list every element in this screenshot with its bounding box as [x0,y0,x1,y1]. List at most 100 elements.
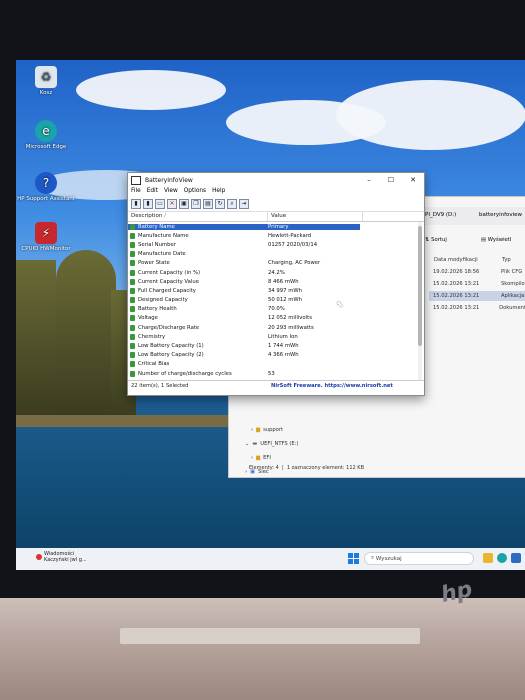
file-row[interactable]: 15.02.2026 13:21 Skompilo [429,279,525,289]
property-row[interactable]: Battery Temperature [128,378,424,380]
desktop-icon-hp-support[interactable]: ? HP Support Assistant [16,172,76,202]
property-row[interactable]: Low Battery Capacity (1) 1 744 mWh [128,341,424,350]
file-type: Dokument [499,305,525,311]
battery-property-icon [130,343,135,350]
refresh-icon[interactable]: ↻ [215,199,225,209]
property-row[interactable]: Current Capacity (in %) 24.2% [128,268,424,277]
property-name: Low Battery Capacity (1) [138,343,204,350]
view-button[interactable]: ▤ Wyświetl [481,237,511,243]
file-explorer-taskbar-icon[interactable] [483,553,493,563]
vertical-scrollbar[interactable] [418,222,422,380]
tree-item-uefi-drive[interactable]: ⌄ ▬ UEFI_NTFS (E:) [245,439,298,449]
file-row[interactable]: 19.02.2026 18:56 Plik CFG [429,267,525,277]
file-row-selected[interactable]: 15.02.2026 13:21 Aplikacja [429,291,525,301]
taskbar: Wiadomości Kaczyński jwl g... ⌕ Wyszukaj [16,548,525,570]
list-header: Description / Value [128,212,424,222]
property-value: 53 [268,370,275,377]
battery-info-icon[interactable]: ▮ [131,199,141,209]
taskbar-search[interactable]: ⌕ Wyszukaj [364,552,474,565]
menu-file[interactable]: File [131,188,141,197]
property-row[interactable]: Manufacture Date [128,250,424,259]
menu-edit[interactable]: Edit [147,188,158,197]
close-icon[interactable]: ✕ [402,176,424,184]
property-row[interactable]: Charge/Discharge Rate 20 293 milliwatts [128,323,424,332]
property-name-cell: Battery Health [128,306,265,313]
property-row[interactable]: Full Charged Capacity 34 997 mWh [128,286,424,295]
column-header-type[interactable]: Typ [502,255,511,265]
menu-view[interactable]: View [164,188,178,197]
property-row[interactable]: Number of charge/discharge cycles 53 [128,369,424,378]
delete-icon[interactable]: ✕ [167,199,177,209]
help-icon: ? [35,172,57,194]
folder-icon: ▆ [256,455,261,461]
property-row[interactable]: Power State Charging, AC Power [128,259,424,268]
column-header-value[interactable]: Value [268,212,363,221]
breadcrumb-drive[interactable]: PI_DV9 (D:) [425,212,456,218]
nirsoft-link[interactable]: NirSoft Freeware. https://www.nirsoft.ne… [271,383,393,389]
property-row[interactable]: Designed Capacity 50 012 mWh [128,296,424,305]
property-name-cell: Full Charged Capacity [128,287,265,294]
edge-taskbar-icon[interactable] [497,553,507,563]
property-row[interactable]: Critical Bias [128,360,424,369]
menu-help[interactable]: Help [212,188,225,197]
column-header-description[interactable]: Description / [128,212,268,221]
property-value: 70.0% [268,306,285,313]
menu-bar: File Edit View Options Help [128,187,424,198]
tree-item-efi[interactable]: › ▆ EFI [251,453,271,463]
property-name: Battery Name [138,223,175,230]
minimize-icon[interactable]: – [358,176,380,184]
battery-property-icon [130,278,135,285]
explorer-status-bar: Elementy: 4 | 1 zaznaczony element: 112 … [249,465,365,471]
property-row-selected[interactable]: Battery Name Primary [128,222,424,231]
sort-button[interactable]: ⇅ Sortuj [425,237,447,243]
desktop-icon-hwmonitor[interactable]: ⚡ CPUID HWMonitor [16,222,76,252]
html-report-icon[interactable]: ▤ [203,199,213,209]
file-date: 15.02.2026 13:21 [433,293,480,299]
battery-property-icon [130,223,135,230]
start-icon[interactable] [348,553,359,564]
news-widget[interactable]: Wiadomości Kaczyński jwl g... [44,551,87,563]
file-row[interactable]: 15.02.2026 13:21 Dokument [429,303,525,313]
property-row[interactable]: Battery Health 70.0% [128,305,424,314]
property-row[interactable]: Low Battery Capacity (2) 4 366 mWh [128,351,424,360]
store-taskbar-icon[interactable] [511,553,521,563]
title-bar[interactable]: BatteryInfoView – ☐ ✕ [128,173,424,187]
column-header-date[interactable]: Data modyfikacji [434,255,478,265]
batteryinfoview-window[interactable]: BatteryInfoView – ☐ ✕ File Edit View Opt… [127,172,425,396]
property-row[interactable]: Manufacture Name Hewlett-Packard [128,231,424,240]
property-name: Low Battery Capacity (2) [138,352,204,359]
property-row[interactable]: Chemistry Lithium Ion [128,332,424,341]
battery-property-icon [130,370,135,377]
tree-item-support[interactable]: › ▆ support [251,425,283,435]
search-placeholder: Wyszukaj [375,555,402,562]
exit-icon[interactable]: ⇥ [239,199,249,209]
save-icon[interactable]: ▣ [179,199,189,209]
property-value: 20 293 milliwatts [268,324,314,331]
find-icon[interactable]: ⌕ [227,199,237,209]
recycle-bin-icon: ♻ [35,66,57,88]
property-row[interactable]: Serial Number 01257 2020/03/14 [128,240,424,249]
property-value: 8 466 mWh [268,278,299,285]
copy-icon[interactable]: ❐ [191,199,201,209]
property-name: Manufacture Name [138,232,189,239]
breadcrumb-folder[interactable]: batteryinfoview [479,212,522,218]
property-row[interactable]: Voltage 12 052 millivolts [128,314,424,323]
battery-log-icon[interactable]: ▮ [143,199,153,209]
menu-options[interactable]: Options [184,188,206,197]
news-icon[interactable] [36,554,42,560]
status-item-count: 22 item(s), 1 Selected [131,382,189,389]
desktop-icon-recycle-bin[interactable]: ♻ Kosz [16,66,76,96]
desktop-icon-edge[interactable]: e Microsoft Edge [16,120,76,150]
battery-property-icon [130,324,135,331]
properties-icon[interactable]: ▭ [155,199,165,209]
property-value: 24.2% [268,269,285,276]
property-name-cell: Current Capacity Value [128,278,265,285]
view-label: Wyświetl [487,237,512,243]
battery-property-icon [130,232,135,239]
property-row[interactable]: Current Capacity Value 8 466 mWh [128,277,424,286]
desktop-icon-label: CPUID HWMonitor [21,246,71,252]
properties-list[interactable]: Battery Name Primary Manufacture Name Hewle… [128,222,424,380]
scrollbar-thumb[interactable] [418,226,422,346]
maximize-icon[interactable]: ☐ [380,176,402,184]
file-date: 19.02.2026 18:56 [433,269,480,275]
